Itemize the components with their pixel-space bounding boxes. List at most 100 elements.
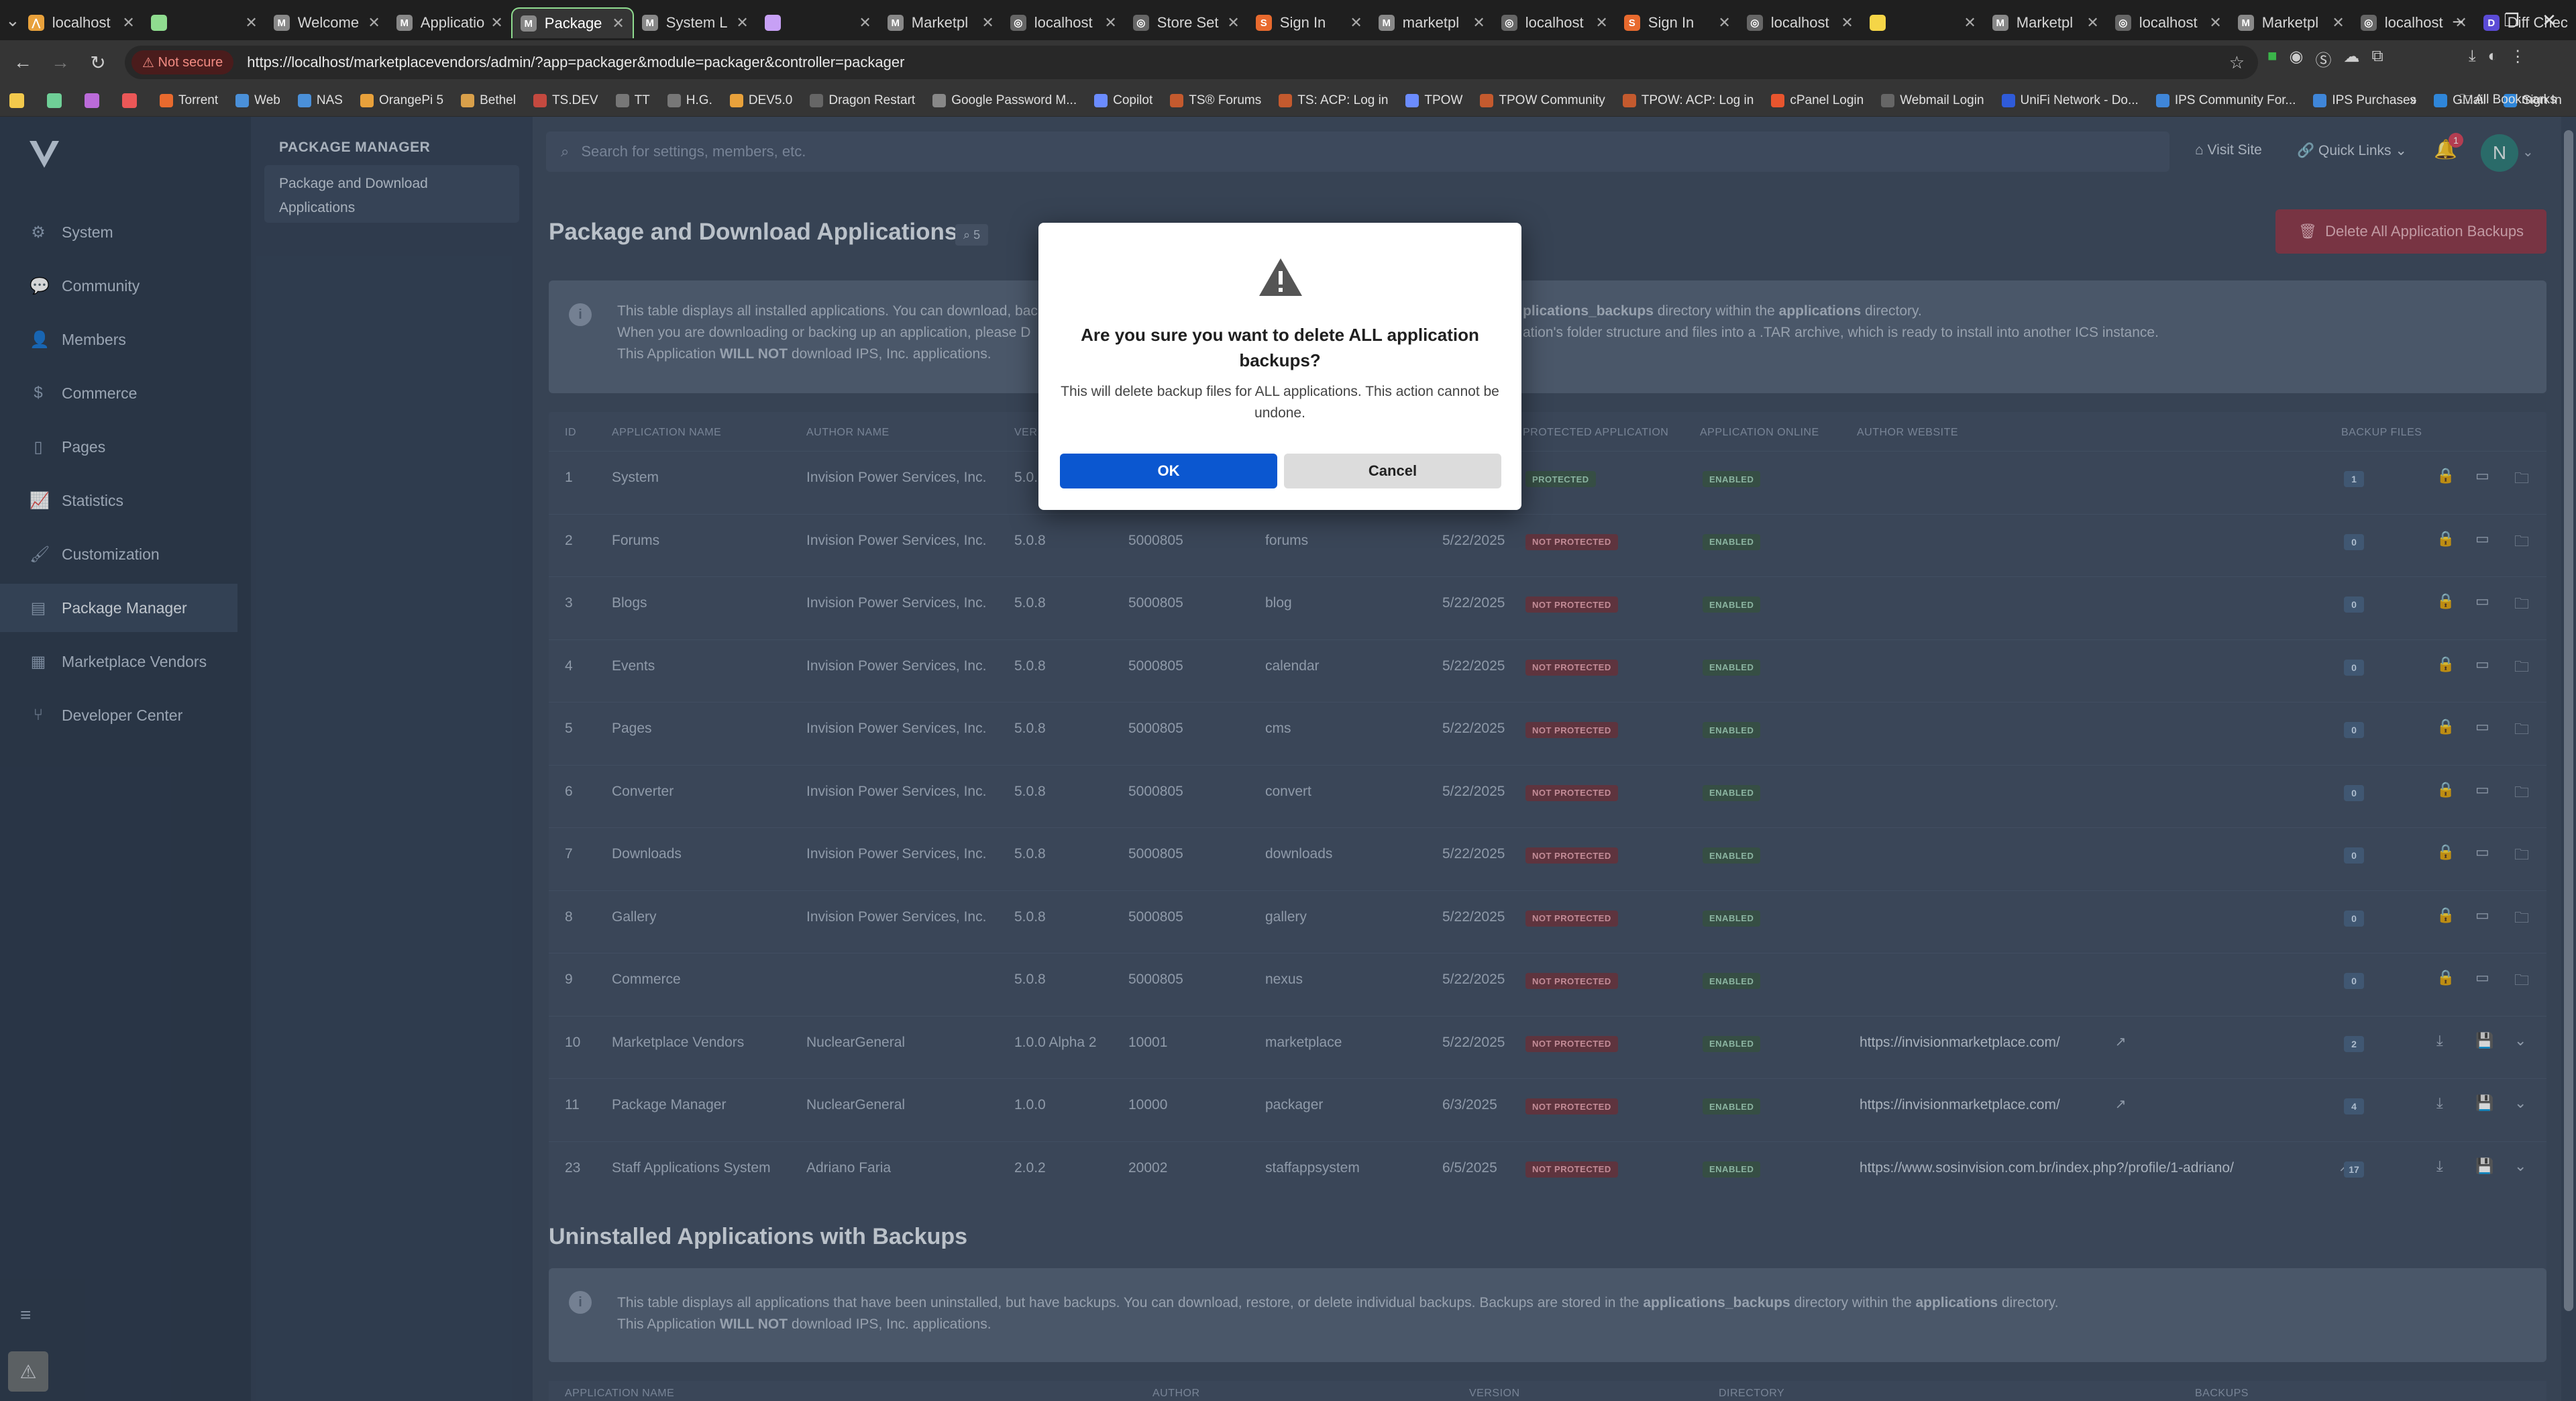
- lock-icon[interactable]: 🔒: [2436, 656, 2455, 673]
- sidebar-item-pages[interactable]: ▯ Pages: [0, 423, 237, 471]
- tab-close-icon[interactable]: ✕: [612, 15, 624, 32]
- browser-tab[interactable]: M Marketpl ✕: [1984, 7, 2107, 38]
- sidebar-item-developer-center[interactable]: ⑂ Developer Center: [0, 691, 237, 739]
- bookmark-item[interactable]: TPOW Community: [1480, 93, 1605, 108]
- extensions-puzzle-icon[interactable]: ⧉: [2371, 47, 2383, 70]
- lock-icon[interactable]: 🔒: [2436, 906, 2455, 924]
- folder-icon[interactable]: 🗀: [2514, 843, 2529, 869]
- folder-icon[interactable]: 🗀: [2514, 467, 2529, 492]
- bookmark-folder-yellow[interactable]: [9, 93, 30, 108]
- bookmark-item[interactable]: Dragon Restart: [810, 93, 915, 108]
- bookmark-item[interactable]: TT: [615, 93, 650, 108]
- tab-close-icon[interactable]: ✕: [245, 14, 257, 32]
- browser-tab[interactable]: ✕: [1862, 7, 1984, 38]
- quick-links-dropdown[interactable]: 🔗 Quick Links ⌄: [2297, 142, 2407, 159]
- bookmarks-overflow-icon[interactable]: »: [2410, 93, 2417, 108]
- bookmark-folder-purple[interactable]: [85, 93, 105, 108]
- tab-close-icon[interactable]: ✕: [1472, 14, 1485, 32]
- close-window-icon[interactable]: ✕: [2522, 0, 2576, 40]
- sidebar-item-customization[interactable]: 🖌 Customization: [0, 530, 237, 578]
- bookmark-item[interactable]: H.G.: [667, 93, 712, 108]
- browser-tab[interactable]: ⋀ localhost ✕: [20, 7, 143, 38]
- download-icon[interactable]: ⤓: [2436, 1094, 2443, 1112]
- backup-icon[interactable]: ▭: [2475, 969, 2489, 986]
- chevron-down-icon[interactable]: ⌄: [2514, 1157, 2526, 1175]
- bookmark-item[interactable]: NAS: [297, 93, 343, 108]
- extension-green-icon[interactable]: ■: [2267, 47, 2277, 70]
- collapse-menu-icon[interactable]: ≡: [20, 1304, 31, 1326]
- download-icon[interactable]: ⤓: [2436, 1032, 2443, 1049]
- bookmark-item[interactable]: OrangePi 5: [360, 93, 443, 108]
- sidebar-item-package-manager[interactable]: ▤ Package Manager: [0, 584, 237, 632]
- url-text[interactable]: https://localhost/marketplacevendors/adm…: [247, 54, 904, 71]
- folder-icon[interactable]: 🗀: [2514, 718, 2529, 743]
- browser-tab[interactable]: ◎ localhost ✕: [1002, 7, 1125, 38]
- save-icon[interactable]: 💾: [2475, 1157, 2493, 1175]
- browser-tab[interactable]: M Package ✕: [511, 7, 634, 38]
- tab-close-icon[interactable]: ✕: [368, 14, 380, 32]
- bookmark-item[interactable]: TS: ACP: Log in: [1279, 93, 1388, 108]
- warning-status-icon[interactable]: ⚠: [8, 1351, 48, 1392]
- bookmark-item[interactable]: Bethel: [461, 93, 516, 108]
- browser-tab[interactable]: ◎ localhost ✕: [2107, 7, 2230, 38]
- folder-icon[interactable]: 🗀: [2514, 530, 2529, 556]
- lock-icon[interactable]: 🔒: [2436, 843, 2455, 861]
- all-bookmarks[interactable]: 🗀 All Bookmarks: [2459, 90, 2557, 111]
- sidebar-item-commerce[interactable]: $ Commerce: [0, 369, 237, 417]
- folder-icon[interactable]: 🗀: [2514, 906, 2529, 932]
- backup-icon[interactable]: ▭: [2475, 467, 2489, 484]
- tab-close-icon[interactable]: ✕: [2086, 14, 2098, 32]
- backup-icon[interactable]: ▭: [2475, 843, 2489, 861]
- browser-tab[interactable]: ◎ localhost ✕: [1493, 7, 1616, 38]
- lock-icon[interactable]: 🔒: [2436, 592, 2455, 610]
- browser-tab[interactable]: M System L ✕: [634, 7, 757, 38]
- bookmark-folder-red[interactable]: [122, 93, 142, 108]
- browser-tab[interactable]: S Sign In ✕: [1248, 7, 1371, 38]
- scrollbar-thumb[interactable]: [2564, 130, 2573, 1311]
- backup-icon[interactable]: ▭: [2475, 592, 2489, 610]
- sidebar-item-members[interactable]: 👤 Members: [0, 315, 237, 364]
- lock-icon[interactable]: 🔒: [2436, 718, 2455, 735]
- bookmark-item[interactable]: TPOW: ACP: Log in: [1622, 93, 1754, 108]
- bookmark-item[interactable]: Web: [235, 93, 280, 108]
- folder-icon[interactable]: 🗀: [2514, 781, 2529, 807]
- bookmark-item[interactable]: Torrent: [160, 93, 218, 108]
- folder-icon[interactable]: 🗀: [2514, 592, 2529, 618]
- minimize-icon[interactable]: –: [2431, 0, 2485, 40]
- tab-search-icon[interactable]: ⌄: [5, 5, 20, 35]
- invision-logo-icon[interactable]: [27, 137, 62, 172]
- bookmark-item[interactable]: Google Password M...: [932, 93, 1077, 108]
- backup-icon[interactable]: ▭: [2475, 906, 2489, 924]
- bookmark-star-icon[interactable]: ☆: [2229, 52, 2245, 73]
- bookmark-item[interactable]: UniFi Network - Do...: [2001, 93, 2139, 108]
- tab-close-icon[interactable]: ✕: [490, 14, 502, 32]
- tab-close-icon[interactable]: ✕: [981, 14, 994, 32]
- subnav-item-package-download[interactable]: Package and Download Applications: [264, 165, 519, 223]
- admin-search-input[interactable]: ⌕ Search for settings, members, etc.: [546, 132, 2169, 172]
- tab-close-icon[interactable]: ✕: [2332, 14, 2344, 32]
- extension-s-icon[interactable]: Ⓢ: [2315, 47, 2331, 70]
- tab-close-icon[interactable]: ✕: [122, 14, 134, 32]
- backup-icon[interactable]: ▭: [2475, 656, 2489, 673]
- browser-tab[interactable]: M Applicatio ✕: [388, 7, 511, 38]
- browser-tab[interactable]: ◎ Store Set ✕: [1125, 7, 1248, 38]
- bookmark-item[interactable]: IPS Community For...: [2155, 93, 2296, 108]
- tab-close-icon[interactable]: ✕: [1350, 14, 1362, 32]
- folder-icon[interactable]: 🗀: [2514, 656, 2529, 681]
- extension-cloud-icon[interactable]: ☁: [2343, 47, 2359, 70]
- delete-all-backups-button[interactable]: 🗑 Delete All Application Backups: [2275, 209, 2546, 254]
- bookmark-item[interactable]: cPanel Login: [1771, 93, 1864, 108]
- browser-tab[interactable]: S Sign In ✕: [1616, 7, 1739, 38]
- sidebar-item-statistics[interactable]: 📈 Statistics: [0, 476, 237, 525]
- backup-icon[interactable]: ▭: [2475, 781, 2489, 798]
- sidebar-item-marketplace-vendors[interactable]: ▦ Marketplace Vendors: [0, 637, 237, 686]
- tab-close-icon[interactable]: ✕: [736, 14, 748, 32]
- bookmark-item[interactable]: DEV5.0: [729, 93, 792, 108]
- not-secure-badge[interactable]: ⚠ Not secure: [131, 50, 234, 74]
- browser-tab[interactable]: Mmarketpl ✕: [1371, 7, 1493, 38]
- browser-tab[interactable]: ✕: [143, 7, 266, 38]
- tab-close-icon[interactable]: ✕: [859, 14, 871, 32]
- chevron-down-icon[interactable]: ⌄: [2514, 1032, 2526, 1049]
- browser-tab[interactable]: M Marketpl ✕: [879, 7, 1002, 38]
- tab-close-icon[interactable]: ✕: [1595, 14, 1607, 32]
